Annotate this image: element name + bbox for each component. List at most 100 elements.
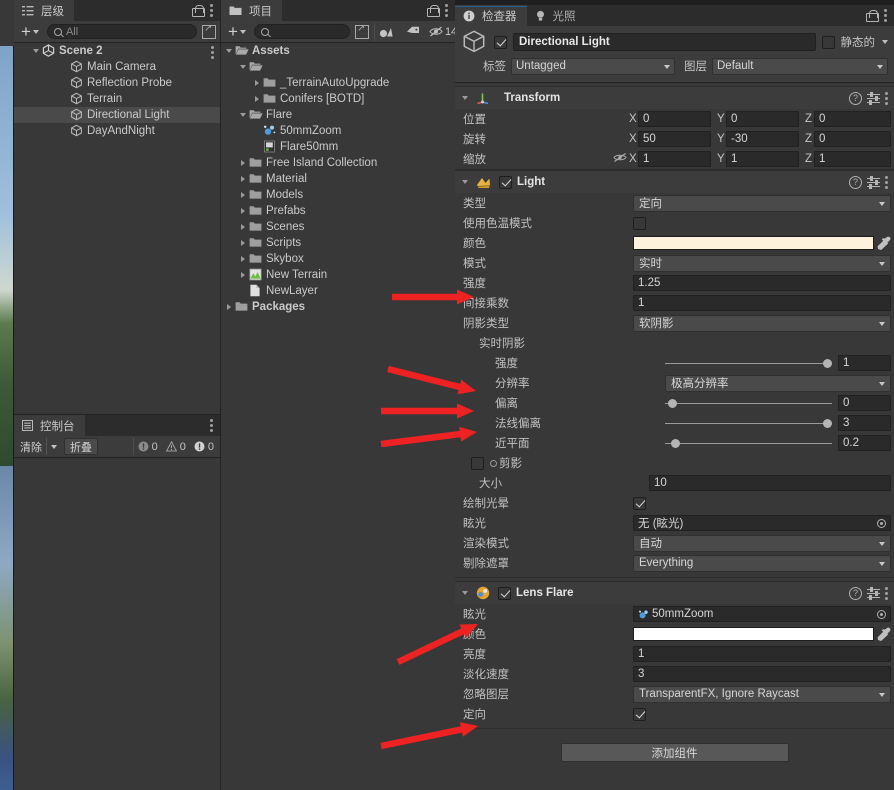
project-row[interactable]: Scenes [221, 219, 455, 235]
hierarchy-row[interactable]: Scene 2 [14, 43, 220, 59]
light-flare-objectfield[interactable]: 无 (眩光) [633, 515, 891, 531]
tree-expand-arrow-icon[interactable] [223, 304, 235, 310]
transform-menu-icon[interactable] [885, 91, 888, 105]
console-clear-dropdown[interactable] [46, 438, 61, 455]
light-near-plane-slider[interactable] [665, 435, 832, 451]
tag-dropdown[interactable]: Untagged [511, 57, 675, 75]
console-log-filter[interactable]: 0 [132, 438, 162, 455]
light-shadow-type-dropdown[interactable]: 软阴影 [633, 314, 891, 332]
static-checkbox[interactable] [821, 35, 835, 49]
tree-expand-arrow-icon[interactable] [237, 113, 249, 117]
project-row[interactable] [221, 59, 455, 75]
hierarchy-tree[interactable]: Scene 2 Main Camera Reflection Probe Terrai… [14, 43, 220, 414]
console-collapse-button[interactable]: 折叠 [64, 438, 98, 455]
tree-expand-arrow-icon[interactable] [251, 96, 263, 102]
light-menu-icon[interactable] [885, 175, 888, 189]
project-row[interactable]: _TerrainAutoUpgrade [221, 75, 455, 91]
tree-expand-arrow-icon[interactable] [251, 80, 263, 86]
hierarchy-open-in-new-icon[interactable] [202, 23, 216, 39]
tab-inspector[interactable]: 检查器 [455, 5, 527, 26]
light-intensity-input[interactable]: 1.25 [633, 275, 891, 291]
project-filter-type-icon[interactable] [373, 22, 397, 41]
tree-expand-arrow-icon[interactable] [237, 208, 249, 214]
help-icon[interactable]: ? [849, 586, 862, 600]
lens-flare-menu-icon[interactable] [885, 586, 888, 600]
preset-icon[interactable] [867, 176, 880, 189]
hierarchy-row[interactable]: Reflection Probe [14, 75, 220, 91]
light-draw-halo-checkbox[interactable] [633, 496, 646, 510]
light-render-mode-dropdown[interactable]: 自动 [633, 534, 891, 552]
light-normal-bias-input[interactable]: 3 [838, 415, 891, 431]
lens-flare-header[interactable]: Lens Flare ? [455, 582, 894, 604]
project-row[interactable]: Scripts [221, 235, 455, 251]
help-icon[interactable]: ? [849, 175, 862, 189]
lock-icon[interactable] [427, 4, 440, 17]
light-header[interactable]: Light ? [455, 171, 894, 193]
transform-z-input[interactable]: 0 [814, 131, 891, 147]
lens-flare-brightness-input[interactable]: 1 [633, 646, 891, 662]
hierarchy-row[interactable]: Main Camera [14, 59, 220, 75]
lens-flare-enabled-checkbox[interactable] [498, 586, 511, 600]
tree-expand-arrow-icon[interactable] [237, 192, 249, 198]
transform-x-input[interactable]: 1 [638, 151, 711, 167]
tree-expand-arrow-icon[interactable] [30, 49, 42, 53]
hierarchy-row[interactable]: DayAndNight [14, 123, 220, 139]
tree-expand-arrow-icon[interactable] [223, 49, 235, 53]
hierarchy-add-button[interactable]: + [18, 23, 42, 40]
light-bias-input[interactable]: 0 [838, 395, 891, 411]
console-log-area[interactable] [14, 458, 220, 790]
console-clear-button[interactable]: 清除 [16, 438, 46, 455]
project-row[interactable]: New Terrain [221, 267, 455, 283]
gameobject-name-input[interactable]: Directional Light [513, 33, 816, 51]
project-filter-label-icon[interactable] [402, 23, 424, 41]
project-row[interactable]: Packages [221, 299, 455, 315]
lens-flare-directional-checkbox[interactable] [633, 707, 646, 721]
preset-icon[interactable] [867, 587, 880, 600]
transform-z-input[interactable]: 1 [814, 151, 891, 167]
project-tree[interactable]: Assets _TerrainAutoUpgrade Conifers [BOTD]… [221, 43, 455, 790]
project-row[interactable]: Free Island Collection [221, 155, 455, 171]
tree-expand-arrow-icon[interactable] [237, 160, 249, 166]
inspector-menu-icon[interactable] [884, 9, 887, 22]
project-row[interactable]: Models [221, 187, 455, 203]
project-row[interactable]: Prefabs [221, 203, 455, 219]
console-menu-icon[interactable] [210, 419, 213, 432]
light-culling-mask-dropdown[interactable]: Everything [633, 554, 891, 572]
light-mode-dropdown[interactable]: 实时 [633, 254, 891, 272]
project-add-button[interactable]: + [225, 23, 249, 40]
hierarchy-row[interactable]: Directional Light [14, 107, 220, 123]
console-warn-filter[interactable]: 0 [162, 438, 190, 455]
gameobject-active-checkbox[interactable] [494, 35, 507, 49]
light-enabled-checkbox[interactable] [499, 175, 512, 189]
tab-hierarchy[interactable]: 层级 [14, 0, 74, 21]
eyedropper-icon[interactable] [877, 627, 891, 641]
lock-icon[interactable] [866, 9, 879, 22]
transform-header[interactable]: Transform ? [455, 87, 894, 109]
project-row[interactable]: Skybox [221, 251, 455, 267]
lens-flare-color-swatch[interactable] [633, 627, 874, 641]
project-row[interactable]: Assets [221, 43, 455, 59]
layer-dropdown[interactable]: Default [712, 57, 888, 75]
light-color-temp-checkbox[interactable] [633, 216, 646, 230]
light-normal-bias-slider[interactable] [665, 415, 832, 431]
light-indirect-input[interactable]: 1 [633, 295, 891, 311]
tree-expand-arrow-icon[interactable] [237, 240, 249, 246]
transform-z-input[interactable]: 0 [814, 111, 891, 127]
transform-y-input[interactable]: 0 [726, 111, 799, 127]
project-open-in-new-icon[interactable] [354, 23, 369, 39]
project-row[interactable]: NewLayer [221, 283, 455, 299]
chevron-down-icon[interactable] [459, 591, 471, 595]
light-color-swatch[interactable] [633, 236, 874, 250]
preset-icon[interactable] [867, 92, 880, 105]
tree-expand-arrow-icon[interactable] [237, 176, 249, 182]
transform-x-input[interactable]: 0 [638, 111, 711, 127]
console-error-filter[interactable]: 0 [190, 438, 218, 455]
light-bias-slider[interactable] [665, 395, 832, 411]
tree-expand-arrow-icon[interactable] [237, 65, 249, 69]
light-shadow-strength-slider[interactable] [665, 355, 832, 371]
object-picker-icon[interactable] [877, 609, 886, 619]
light-shadow-strength-input[interactable]: 1 [838, 355, 891, 371]
scene-row-menu-icon[interactable] [211, 45, 214, 59]
project-menu-icon[interactable] [445, 4, 448, 17]
chevron-down-icon[interactable] [459, 96, 471, 100]
